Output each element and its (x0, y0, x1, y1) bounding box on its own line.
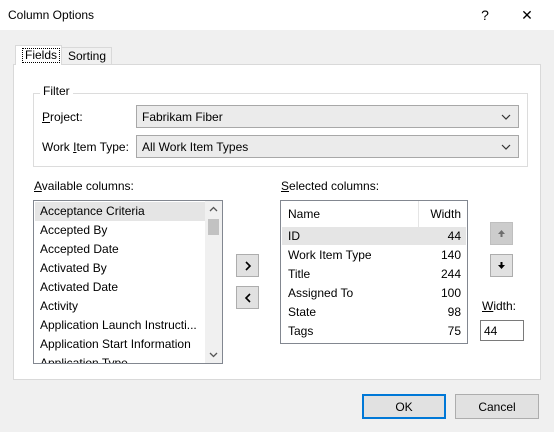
chevron-left-icon (244, 292, 251, 303)
work-item-type-select[interactable]: All Work Item Types (136, 135, 519, 158)
table-row-width: 44 (447, 229, 461, 243)
row-selection (282, 227, 466, 245)
table-row-width: 75 (447, 324, 461, 338)
selected-columns-list[interactable]: Name Width ID 44 Work Item Type 140 Titl… (280, 200, 468, 344)
table-row-name[interactable]: State (288, 305, 316, 319)
column-header-name[interactable]: Name (288, 207, 320, 221)
available-columns-list[interactable]: Acceptance Criteria Accepted By Accepted… (33, 200, 223, 364)
list-item[interactable]: Activity (40, 299, 78, 313)
table-row-name[interactable]: Assigned To (288, 286, 353, 300)
close-button[interactable]: ✕ (508, 0, 546, 30)
chevron-right-icon (244, 260, 251, 271)
filter-legend: Filter (40, 84, 73, 98)
available-columns-label: Available columns: (34, 179, 134, 193)
tab-fields[interactable]: Fields (15, 45, 62, 65)
scroll-up-icon[interactable] (209, 206, 218, 212)
help-button[interactable]: ? (466, 0, 504, 30)
work-item-type-label: Work Item Type: (42, 140, 129, 154)
table-row-name[interactable]: ID (288, 229, 300, 243)
list-item[interactable]: Acceptance Criteria (40, 204, 145, 218)
list-item[interactable]: Application Type (40, 356, 128, 363)
list-item[interactable]: Activated Date (40, 280, 118, 294)
table-row-name[interactable]: Title (288, 267, 310, 281)
table-row-name[interactable]: Work Item Type (288, 248, 372, 262)
remove-column-button[interactable] (236, 286, 259, 309)
move-down-button[interactable] (490, 254, 513, 277)
width-label: Width: (482, 299, 517, 313)
move-up-button[interactable] (490, 222, 513, 245)
close-icon: ✕ (521, 6, 533, 23)
table-row-width: 98 (447, 305, 461, 319)
arrow-down-icon (498, 262, 505, 269)
scroll-down-icon[interactable] (209, 352, 218, 358)
chevron-down-icon (501, 114, 511, 120)
width-input[interactable]: 44 (480, 320, 524, 341)
project-label: Project: (42, 110, 83, 124)
ok-button[interactable]: OK (362, 394, 446, 419)
arrow-up-icon (498, 230, 505, 237)
list-item[interactable]: Application Launch Instructi... (40, 318, 197, 332)
chevron-down-icon (501, 144, 511, 150)
cancel-button[interactable]: Cancel (455, 394, 539, 419)
project-select[interactable]: Fabrikam Fiber (136, 105, 519, 128)
table-row-name[interactable]: Tags (288, 324, 313, 338)
list-item[interactable]: Application Start Information (40, 337, 191, 351)
list-item[interactable]: Activated By (40, 261, 107, 275)
help-icon: ? (481, 7, 489, 23)
list-item[interactable]: Accepted Date (40, 242, 119, 256)
window-title: Column Options (8, 8, 95, 22)
table-row-width: 244 (440, 267, 461, 281)
column-header-width[interactable]: Width (430, 207, 461, 221)
project-select-value: Fabrikam Fiber (142, 109, 223, 124)
selected-columns-label: Selected columns: (281, 179, 380, 193)
tab-sorting[interactable]: Sorting (62, 47, 112, 64)
list-item[interactable]: Accepted By (40, 223, 107, 237)
table-row-width: 100 (440, 286, 461, 300)
table-row-width: 140 (440, 248, 461, 262)
add-column-button[interactable] (236, 254, 259, 277)
available-scrollbar[interactable] (205, 201, 222, 363)
scrollbar-thumb[interactable] (208, 219, 219, 235)
work-item-type-select-value: All Work Item Types (142, 139, 249, 154)
